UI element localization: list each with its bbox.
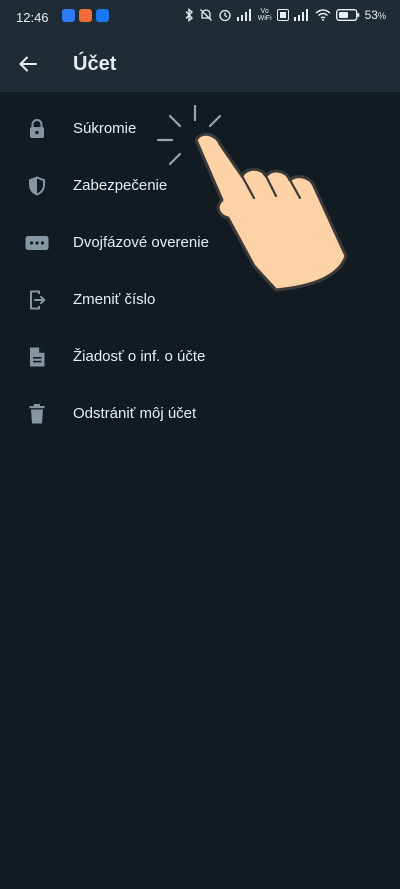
change-number-icon [24, 287, 50, 313]
bluetooth-icon [185, 8, 193, 22]
vowifi-icon: Vo WiFi [258, 8, 272, 22]
menu-item-privacy[interactable]: Súkromie [0, 100, 400, 157]
facebook-icon [96, 9, 109, 22]
menu-item-label: Zmeniť číslo [73, 291, 156, 308]
menu-item-label: Žiadosť o inf. o účte [73, 348, 206, 365]
battery-percent: 53% [364, 8, 386, 22]
menu-item-security[interactable]: Zabezpečenie [0, 157, 400, 214]
alarm-icon [218, 9, 231, 22]
menu-item-label: Dvojfázové overenie [73, 234, 209, 251]
status-indicators: Vo WiFi 53% [184, 8, 386, 22]
menu-item-account-info[interactable]: Žiadosť o inf. o účte [0, 328, 400, 385]
menu-item-label: Zabezpečenie [73, 177, 168, 194]
battery-icon [335, 9, 359, 21]
app-bar: Účet [0, 36, 400, 92]
back-button[interactable] [10, 46, 46, 82]
dots-icon [24, 230, 50, 256]
bell-off-icon [199, 9, 212, 21]
status-time: 12:46 [16, 10, 49, 25]
notification-icons [62, 9, 109, 22]
menu-item-label: Súkromie [73, 120, 137, 137]
status-bar: 12:46 Vo WiFi 53% [0, 0, 400, 36]
volte-icon [276, 9, 289, 21]
signal-icon [293, 9, 308, 21]
menu-item-change-number[interactable]: Zmeniť číslo [0, 271, 400, 328]
vowifi-bottom-label: WiFi [257, 15, 272, 22]
signal-icon [236, 9, 251, 21]
document-icon [24, 344, 50, 370]
lock-icon [24, 116, 50, 142]
shield-icon [24, 173, 50, 199]
arrow-left-icon [19, 56, 37, 72]
screen: 12:46 Vo WiFi 53% Účet Súkromie Zabezpeč… [0, 0, 400, 889]
shopping-icon [79, 9, 92, 22]
page-title: Účet [73, 53, 117, 75]
menu-item-two-step[interactable]: Dvojfázové overenie [0, 214, 400, 271]
trash-icon [24, 401, 50, 427]
wifi-icon [315, 9, 331, 21]
menu-item-label: Odstrániť môj účet [73, 405, 197, 422]
vowifi-top-label: Vo [260, 8, 269, 15]
menu-item-delete-account[interactable]: Odstrániť môj účet [0, 385, 400, 442]
messenger-icon [62, 9, 75, 22]
settings-menu: Súkromie Zabezpečenie Dvojfázové overeni… [0, 100, 400, 442]
